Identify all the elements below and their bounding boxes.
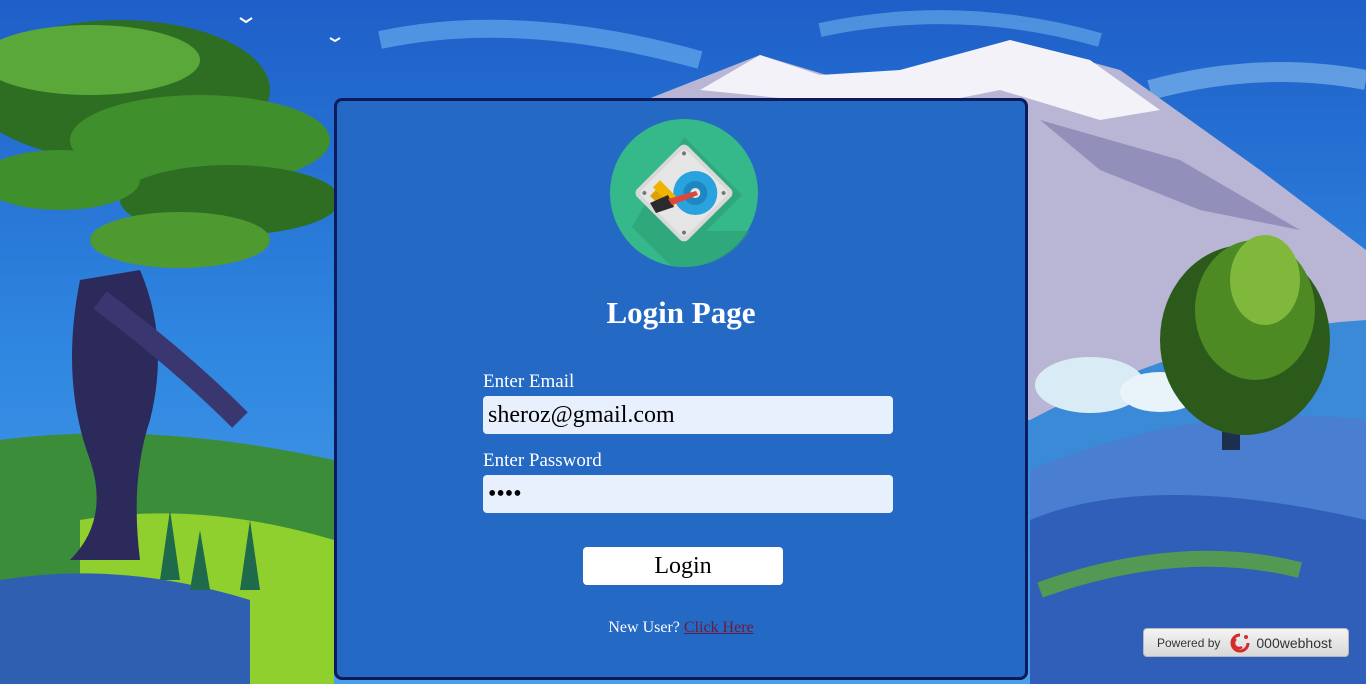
email-field[interactable] bbox=[483, 396, 893, 434]
new-user-row: New User? Click Here bbox=[337, 619, 1025, 637]
password-label: Enter Password bbox=[483, 450, 602, 471]
login-button[interactable]: Login bbox=[583, 547, 783, 585]
powered-by-text: Powered by bbox=[1157, 635, 1221, 650]
login-card: Login Page Enter Email Enter Password Lo… bbox=[334, 98, 1028, 680]
email-label: Enter Email bbox=[483, 371, 575, 392]
000webhost-logo-icon bbox=[1228, 633, 1252, 653]
password-field[interactable] bbox=[483, 475, 893, 513]
powered-by-badge[interactable]: Powered by 000webhost bbox=[1143, 628, 1349, 657]
page-title: Login Page bbox=[606, 295, 756, 330]
new-user-text: New User? bbox=[608, 619, 680, 636]
signup-link[interactable]: Click Here bbox=[684, 619, 754, 636]
hard-drive-icon bbox=[610, 119, 758, 267]
brand-text: 000webhost bbox=[1256, 634, 1332, 651]
